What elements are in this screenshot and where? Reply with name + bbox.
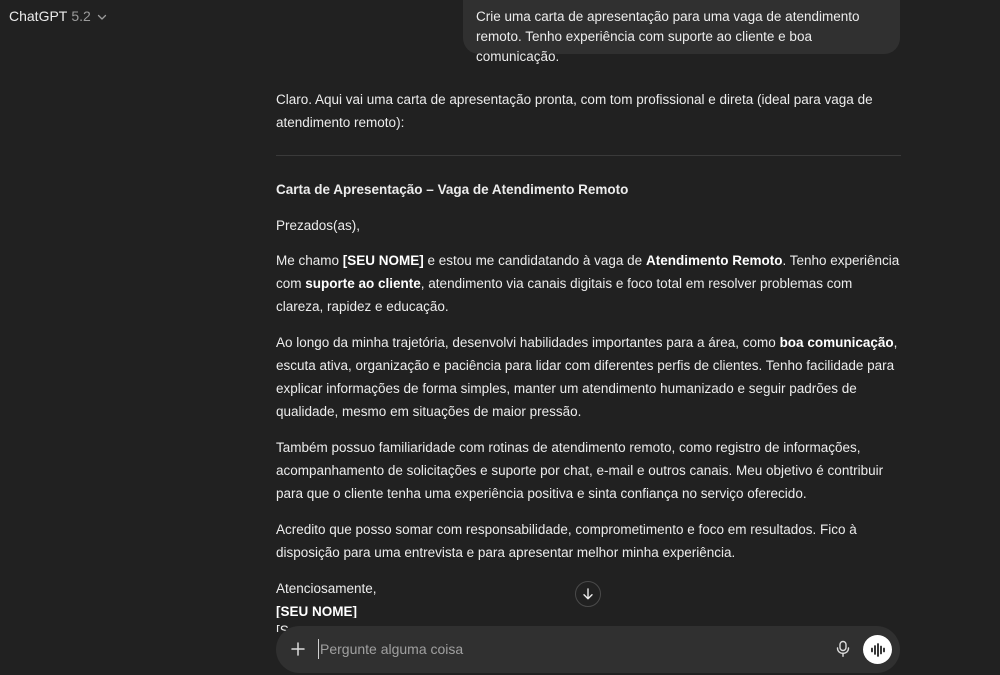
chat-app: ChatGPT 5.2 Crie uma carta de apresentaç… <box>0 0 1000 675</box>
voice-mode-button[interactable] <box>863 635 892 664</box>
divider <box>276 155 901 156</box>
model-selector[interactable]: ChatGPT 5.2 <box>9 8 107 24</box>
user-message-line: Crie uma carta de apresentação para uma … <box>476 9 860 24</box>
plus-icon[interactable] <box>289 640 307 658</box>
letter-greeting: Prezados(as), <box>276 218 361 233</box>
letter-paragraph: Acredito que posso somar com responsabil… <box>276 522 857 560</box>
assistant-message: Claro. Aqui vai uma carta de apresentaçã… <box>276 88 901 623</box>
user-message-bubble: Crie uma carta de apresentação para uma … <box>463 0 900 64</box>
user-message-line: remoto. Tenho experiência com suporte ao… <box>476 29 812 64</box>
chevron-down-icon <box>97 14 106 20</box>
letter-paragraph: Também possuo familiaridade com rotinas … <box>276 440 884 501</box>
model-name: ChatGPT <box>9 8 68 24</box>
letter-paragraph: Ao longo da minha trajetória, desenvolvi… <box>276 335 898 419</box>
prompt-input[interactable] <box>318 639 820 659</box>
message-composer <box>276 626 900 673</box>
letter-paragraph: Me chamo [SEU NOME] e estou me candidata… <box>276 253 900 314</box>
microphone-icon[interactable] <box>835 640 851 658</box>
voice-waveform-icon <box>870 642 885 657</box>
assistant-intro: Claro. Aqui vai uma carta de apresentaçã… <box>276 92 873 130</box>
letter-title: Carta de Apresentação – Vaga de Atendime… <box>276 182 629 197</box>
scroll-to-bottom-button[interactable] <box>575 581 601 607</box>
arrow-down-icon <box>583 588 593 600</box>
model-version: 5.2 <box>71 8 91 24</box>
